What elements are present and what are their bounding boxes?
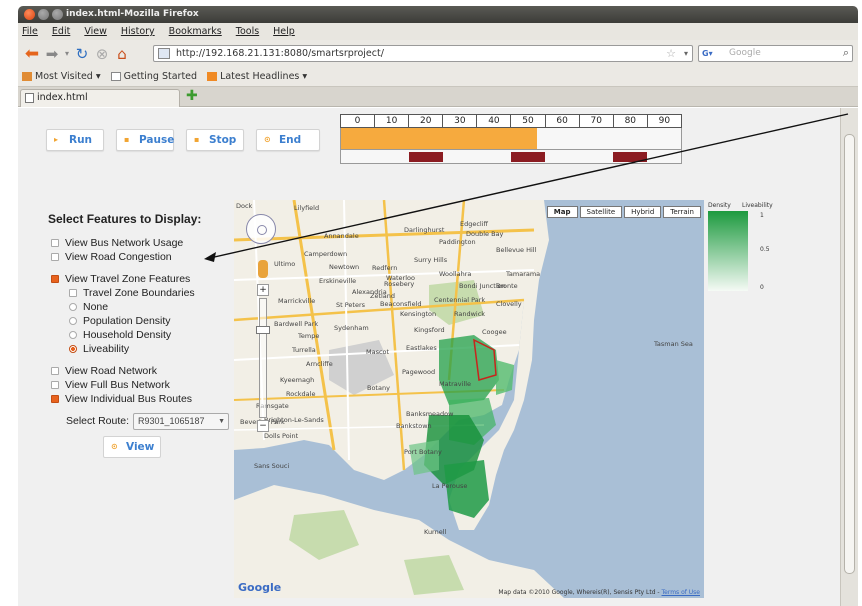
annotation-arrow	[204, 113, 849, 262]
